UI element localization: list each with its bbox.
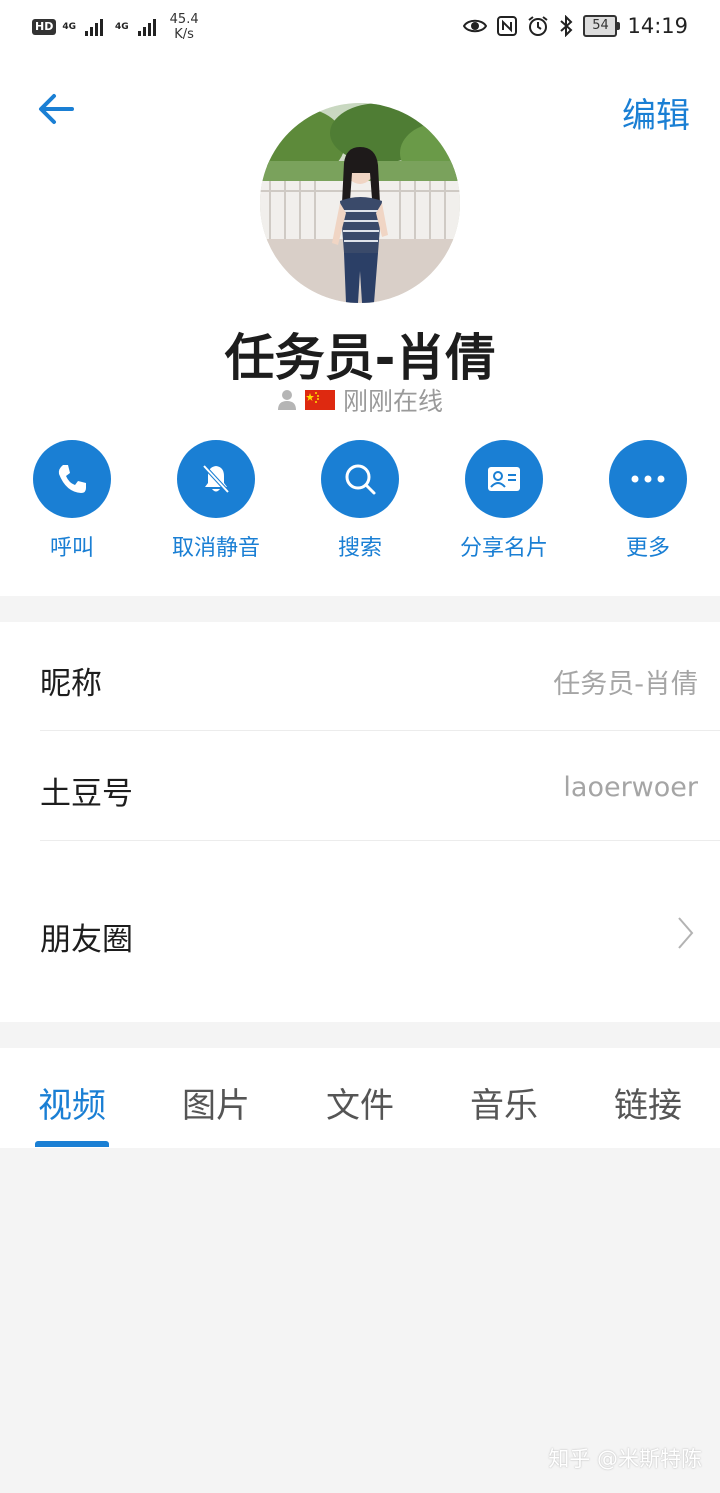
section-separator: [0, 596, 720, 622]
profile-name: 任务员-肖倩: [224, 329, 496, 387]
alarm-icon: [528, 16, 549, 36]
id-label: 土豆号: [40, 776, 133, 812]
arrow-left-icon: [39, 94, 74, 124]
unmute-button[interactable]: 取消静音: [144, 440, 288, 562]
tab-music[interactable]: 音乐: [432, 1078, 576, 1127]
more-circle: [609, 440, 687, 518]
bluetooth-icon: [560, 15, 573, 37]
status-bar: HD 4G 4G 45.4 K/s 54 14:19: [0, 0, 720, 54]
search-icon: [345, 464, 376, 495]
edit-button[interactable]: 编辑: [622, 88, 690, 137]
hd-badge: HD: [32, 19, 57, 35]
active-tab-indicator: [35, 1141, 109, 1147]
avatar[interactable]: [260, 103, 460, 303]
contact-card-icon: [488, 467, 520, 491]
share-card-circle: [465, 440, 543, 518]
search-circle: [321, 440, 399, 518]
action-bar: 呼叫 取消静音 搜索 分享名片 更多: [0, 440, 720, 570]
tab-links[interactable]: 链接: [576, 1078, 720, 1127]
nickname-row[interactable]: 昵称 任务员-肖倩: [0, 622, 720, 732]
clock: 14:19: [627, 14, 688, 38]
unmute-label: 取消静音: [171, 536, 260, 561]
network-speed: 45.4 K/s: [170, 12, 199, 42]
chevron-right-icon: [678, 917, 694, 949]
presence-status: 刚刚在线: [0, 382, 720, 418]
nickname-label: 昵称: [40, 666, 102, 702]
share-card-button[interactable]: 分享名片: [432, 440, 576, 562]
speed-value: 45.4: [169, 12, 199, 27]
search-button[interactable]: 搜索: [288, 440, 432, 562]
media-tabs: 视频 图片 文件 音乐 链接: [0, 1048, 720, 1148]
speed-unit: K/s: [174, 27, 194, 42]
signal-icon: [137, 18, 156, 36]
more-icon: [631, 475, 665, 483]
status-bar-left: HD 4G 4G 45.4 K/s: [32, 12, 199, 42]
moments-label: 朋友圈: [40, 922, 133, 958]
section-separator: [0, 1022, 720, 1048]
status-text: 刚刚在线: [342, 387, 443, 416]
call-label: 呼叫: [49, 536, 94, 561]
tab-files[interactable]: 文件: [288, 1078, 432, 1127]
avatar-photo: [260, 103, 460, 303]
moments-row[interactable]: 朋友圈: [0, 842, 720, 1022]
unmute-circle: [177, 440, 255, 518]
phone-icon: [58, 465, 86, 493]
search-label: 搜索: [337, 536, 382, 561]
eye-icon: [463, 19, 488, 33]
status-bar-right: 54 14:19: [463, 14, 688, 38]
battery-icon: 54: [583, 15, 621, 37]
more-label: 更多: [625, 536, 670, 561]
bell-off-icon: [202, 464, 230, 494]
id-row[interactable]: 土豆号 laoerwoer: [0, 732, 720, 842]
tab-content: 知乎 @米斯特陈: [0, 1148, 720, 1493]
id-value: laoerwoer: [563, 772, 698, 803]
tab-images[interactable]: 图片: [144, 1078, 288, 1127]
nfc-icon: [497, 16, 518, 36]
watermark: 知乎 @米斯特陈: [548, 1447, 702, 1471]
back-button[interactable]: [34, 86, 80, 132]
nickname-value: 任务员-肖倩: [553, 669, 698, 700]
more-button[interactable]: 更多: [576, 440, 720, 562]
china-flag-icon: [304, 390, 335, 410]
signal-icon: [85, 18, 103, 36]
network-type-2: 4G: [115, 21, 129, 32]
person-icon: [277, 390, 296, 410]
share-card-label: 分享名片: [459, 536, 548, 561]
network-type-1: 4G: [62, 21, 76, 32]
divider: [40, 840, 720, 841]
profile-screen: HD 4G 4G 45.4 K/s 54 14:19 编辑 任务员-肖倩 刚刚在…: [0, 0, 720, 1493]
call-button[interactable]: 呼叫: [0, 440, 144, 562]
tab-videos[interactable]: 视频: [0, 1078, 144, 1127]
call-circle: [33, 440, 111, 518]
divider: [40, 730, 720, 731]
